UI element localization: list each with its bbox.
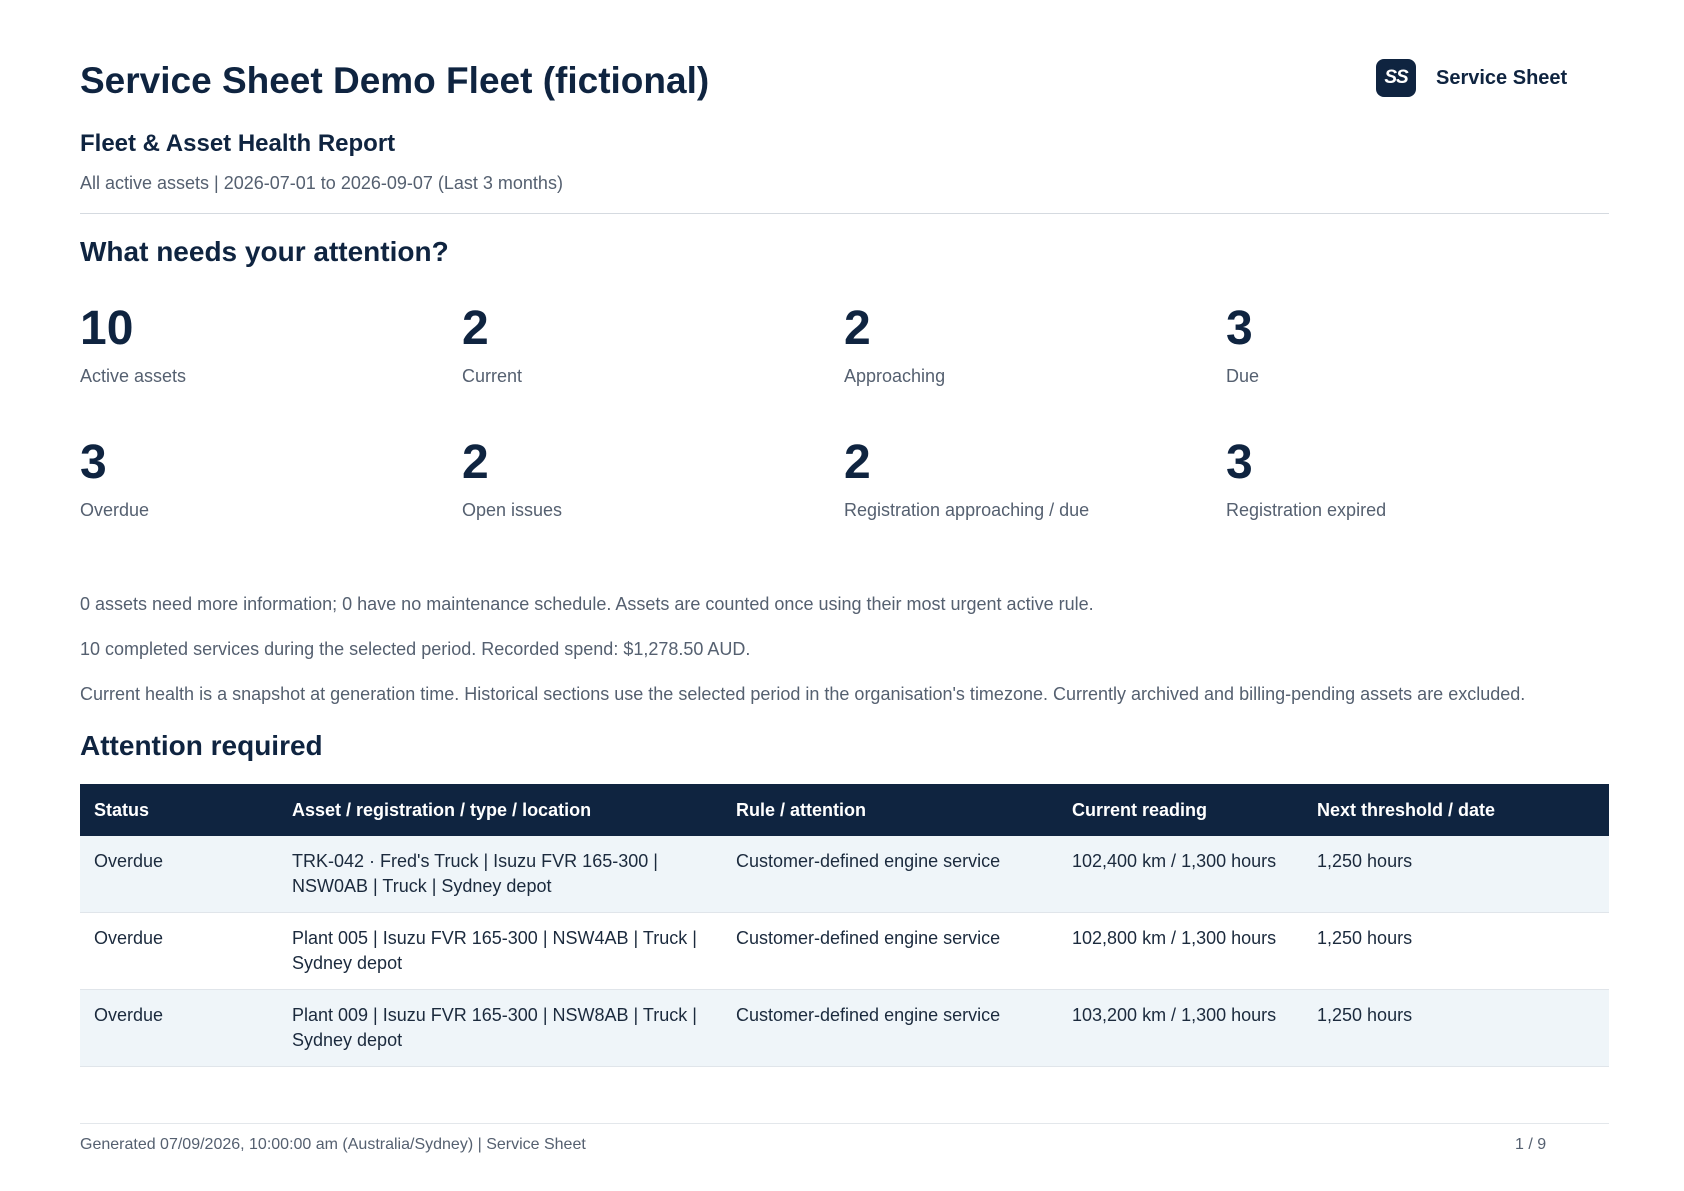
metric-value: 2 bbox=[844, 436, 871, 489]
metric-value: 10 bbox=[80, 302, 134, 355]
metric-label: Overdue bbox=[80, 500, 150, 520]
page-number: 1 / 9 bbox=[1515, 1136, 1547, 1153]
threshold-cell: 1,250 hours bbox=[1303, 912, 1609, 990]
header-divider bbox=[80, 213, 1609, 214]
status-cell: Overdue bbox=[80, 836, 278, 913]
attention-required-heading: Attention required bbox=[80, 730, 323, 761]
table-row: Overdue TRK-042 · Fred's Truck | Isuzu F… bbox=[80, 836, 1609, 913]
asset-cell: TRK-042 · Fred's Truck | Isuzu FVR 165-3… bbox=[278, 836, 722, 913]
metric-approaching: 2 Approaching bbox=[844, 300, 1226, 434]
metric-value: 3 bbox=[80, 436, 107, 489]
metric-value: 2 bbox=[844, 302, 871, 355]
brand-name: Service Sheet bbox=[1436, 66, 1568, 89]
metric-overdue: 3 Overdue bbox=[80, 434, 462, 554]
asset-cell: Plant 005 | Isuzu FVR 165-300 | NSW4AB |… bbox=[278, 912, 722, 990]
page-title: Service Sheet Demo Fleet (fictional) bbox=[80, 60, 710, 101]
table-row: Overdue Plant 005 | Isuzu FVR 165-300 | … bbox=[80, 912, 1609, 990]
metric-label: Active assets bbox=[80, 366, 187, 386]
report-subtitle: Fleet & Asset Health Report bbox=[80, 130, 396, 157]
reading-cell: 102,800 km / 1,300 hours bbox=[1058, 912, 1303, 990]
column-header-current-reading: Current reading bbox=[1058, 784, 1303, 836]
footer-generated: Generated 07/09/2026, 10:00:00 am (Austr… bbox=[80, 1136, 586, 1153]
metric-label: Current bbox=[462, 366, 523, 386]
footer-divider bbox=[80, 1123, 1609, 1124]
note-snapshot: Current health is a snapshot at generati… bbox=[80, 684, 1526, 704]
column-header-rule: Rule / attention bbox=[722, 784, 1058, 836]
metrics-grid: 10 Active assets 2 Current 2 Approaching… bbox=[80, 300, 1608, 554]
metric-label: Registration expired bbox=[1226, 500, 1387, 520]
column-header-status: Status bbox=[80, 784, 278, 836]
reading-cell: 103,200 km / 1,300 hours bbox=[1058, 989, 1303, 1067]
rule-cell: Customer-defined engine service bbox=[722, 989, 1058, 1067]
rule-cell: Customer-defined engine service bbox=[722, 912, 1058, 990]
metric-open-issues: 2 Open issues bbox=[462, 434, 844, 554]
threshold-cell: 1,250 hours bbox=[1303, 836, 1609, 913]
table-header-row: Status Asset / registration / type / loc… bbox=[80, 784, 1609, 836]
rule-cell: Customer-defined engine service bbox=[722, 836, 1058, 913]
column-header-next-threshold: Next threshold / date bbox=[1303, 784, 1609, 836]
metric-label: Open issues bbox=[462, 500, 563, 520]
note-completed-services: 10 completed services during the selecte… bbox=[80, 639, 751, 659]
column-header-asset: Asset / registration / type / location bbox=[278, 784, 722, 836]
metric-value: 2 bbox=[462, 436, 489, 489]
note-information: 0 assets need more information; 0 have n… bbox=[80, 594, 1094, 614]
service-sheet-logo-icon: SS bbox=[1376, 59, 1416, 97]
report-scope: All active assets | 2026-07-01 to 2026-0… bbox=[80, 173, 563, 193]
metric-value: 3 bbox=[1226, 436, 1253, 489]
metric-value: 3 bbox=[1226, 302, 1253, 355]
metric-active-assets: 10 Active assets bbox=[80, 300, 462, 434]
status-cell: Overdue bbox=[80, 989, 278, 1067]
metric-registration-approaching: 2 Registration approaching / due bbox=[844, 434, 1226, 554]
metric-label: Registration approaching / due bbox=[844, 500, 1090, 520]
attention-heading: What needs your attention? bbox=[80, 236, 449, 267]
metric-due: 3 Due bbox=[1226, 300, 1608, 434]
metric-current: 2 Current bbox=[462, 300, 844, 434]
metric-label: Due bbox=[1226, 366, 1260, 386]
attention-table: Status Asset / registration / type / loc… bbox=[80, 784, 1609, 1067]
metric-registration-expired: 3 Registration expired bbox=[1226, 434, 1608, 554]
table-row: Overdue Plant 009 | Isuzu FVR 165-300 | … bbox=[80, 989, 1609, 1067]
metric-value: 2 bbox=[462, 302, 489, 355]
logo-text: SS bbox=[1384, 67, 1408, 88]
asset-cell: Plant 009 | Isuzu FVR 165-300 | NSW8AB |… bbox=[278, 989, 722, 1067]
brand: SS Service Sheet bbox=[1376, 59, 1567, 97]
status-cell: Overdue bbox=[80, 912, 278, 990]
reading-cell: 102,400 km / 1,300 hours bbox=[1058, 836, 1303, 913]
metric-label: Approaching bbox=[844, 366, 946, 386]
threshold-cell: 1,250 hours bbox=[1303, 989, 1609, 1067]
